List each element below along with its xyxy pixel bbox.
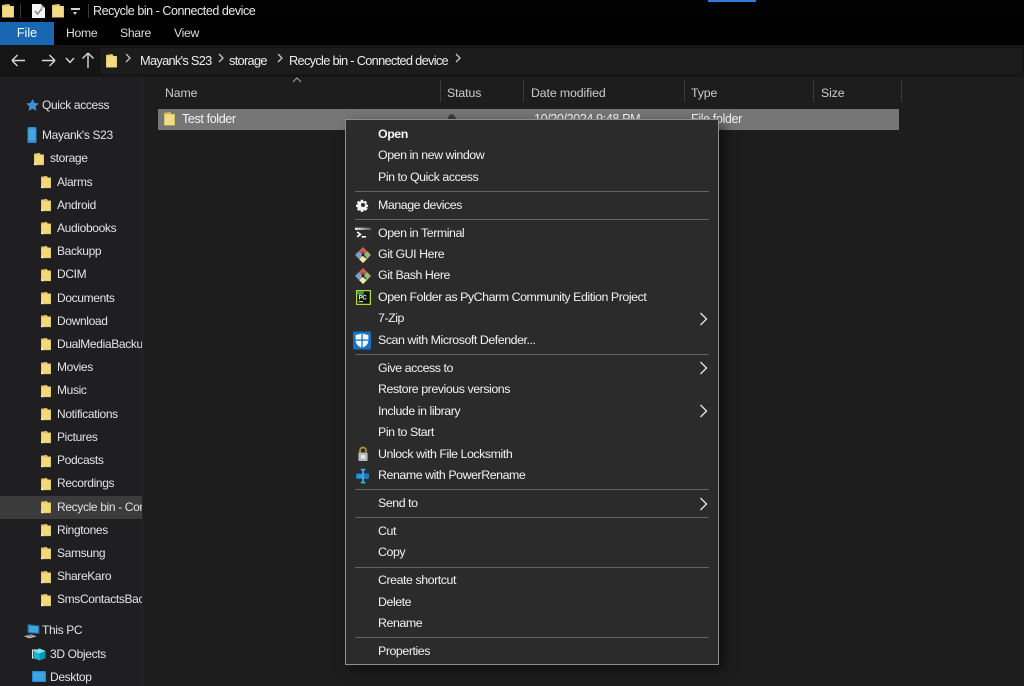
svg-text:PC: PC: [358, 295, 367, 302]
